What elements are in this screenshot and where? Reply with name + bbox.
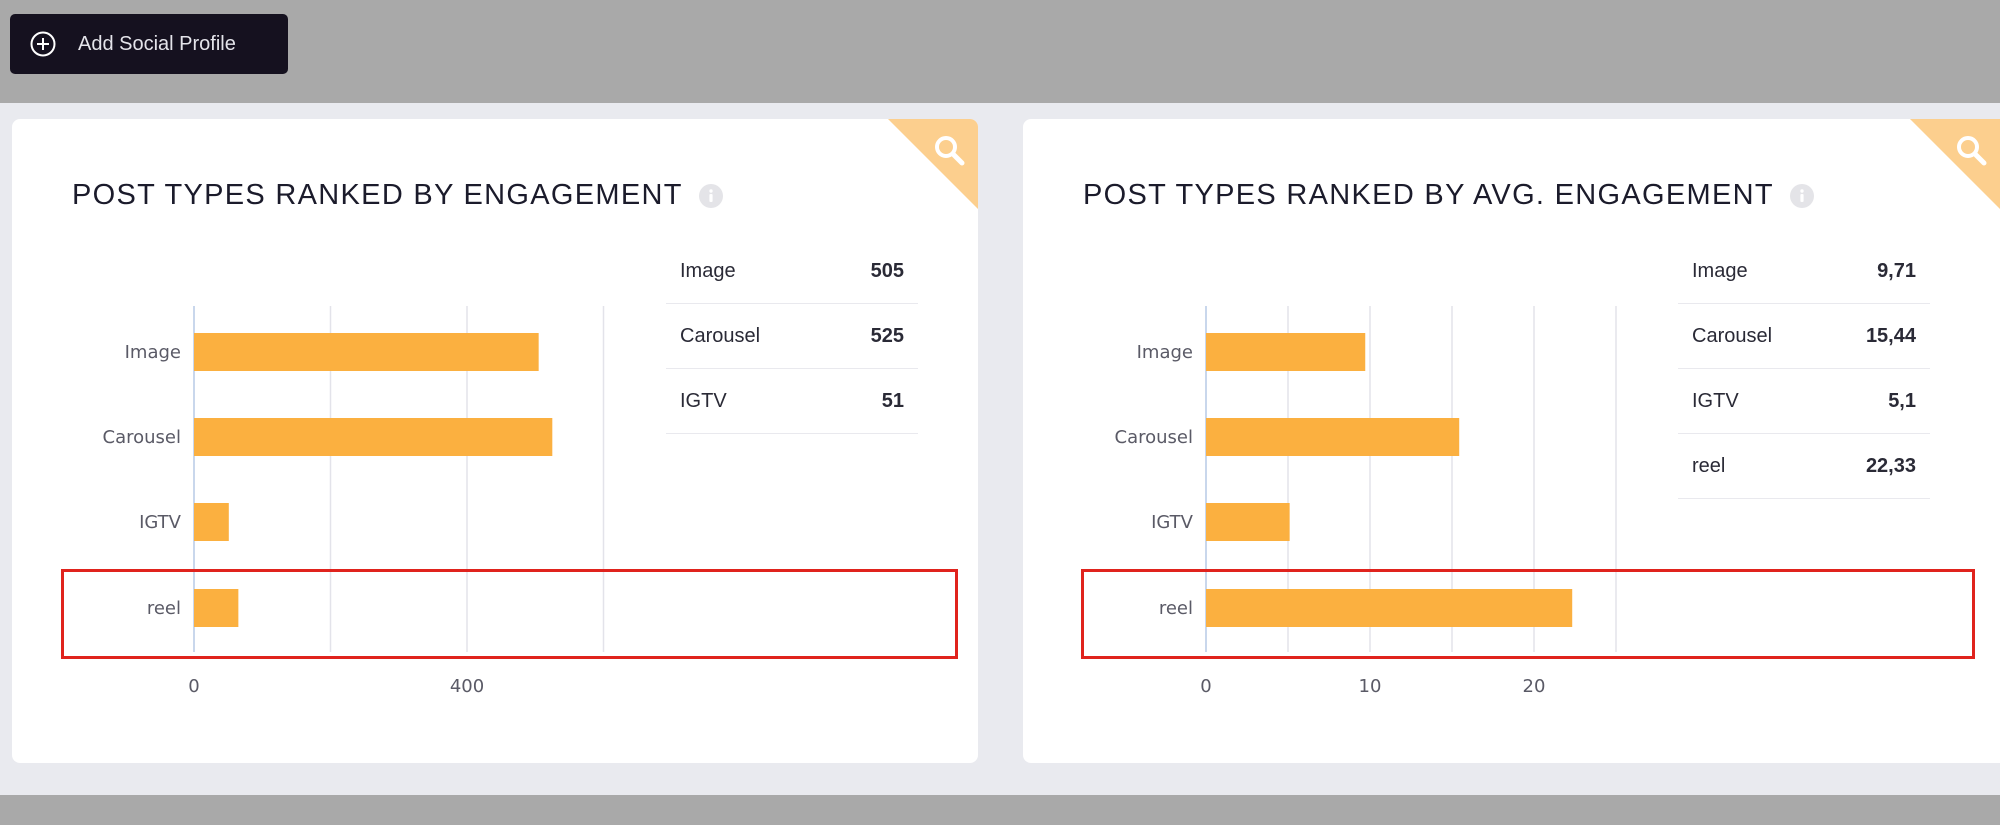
table-row: reel 22,33 <box>1678 434 1930 499</box>
category-label: Carousel <box>103 427 181 448</box>
row-value: 51 <box>881 389 904 412</box>
row-label: IGTV <box>680 389 727 412</box>
bottom-strip <box>0 795 2000 825</box>
reel-highlight-box <box>61 569 958 659</box>
tick-label: 0 <box>188 676 199 697</box>
row-value: 525 <box>870 324 904 347</box>
category-label: Image <box>1137 342 1193 363</box>
row-label: IGTV <box>1692 389 1739 412</box>
engagement-card: POST TYPES RANKED BY ENGAGEMENT Image Car… <box>12 119 978 763</box>
category-label: Image <box>125 342 181 363</box>
dashboard-area: POST TYPES RANKED BY ENGAGEMENT Image Car… <box>0 103 2000 795</box>
table-row: IGTV 5,1 <box>1678 369 1930 434</box>
reel-highlight-box <box>1081 569 1975 659</box>
plus-circle-icon <box>30 31 56 57</box>
row-value: 9,71 <box>1877 259 1916 282</box>
engagement-bar-chart: ImageCarouselIGTVreel0 400 <box>103 306 605 697</box>
row-value: 505 <box>870 259 904 282</box>
row-label: Carousel <box>680 324 761 347</box>
row-value: 15,44 <box>1865 324 1916 347</box>
bar-igtv <box>1206 503 1290 541</box>
bar-igtv <box>194 503 229 541</box>
bar-image <box>194 333 539 371</box>
avg-engagement-card: POST TYPES RANKED BY AVG. ENGAGEMENT Ima… <box>1023 119 2000 763</box>
category-label: IGTV <box>1151 512 1194 533</box>
bar-carousel <box>194 418 553 456</box>
tick-label: 20 <box>1523 676 1546 697</box>
table-row: IGTV 51 <box>666 369 918 434</box>
table-row: Image 505 <box>666 239 918 304</box>
value-table: Image 505 Carousel 525 IGTV 51 <box>666 239 918 434</box>
row-label: Image <box>1692 259 1748 282</box>
row-label: Image <box>680 259 736 282</box>
tick-label: 0 <box>1200 676 1211 697</box>
row-value: 22,33 <box>1865 454 1916 477</box>
value-table: Image 9,71 Carousel 15,44 IGTV 5,1 reel 22,3… <box>1678 239 1930 499</box>
row-label: Carousel <box>1692 324 1773 347</box>
table-row: Carousel 15,44 <box>1678 304 1930 369</box>
add-social-profile-label: Add Social Profile <box>78 32 236 55</box>
table-row: Carousel 525 <box>666 304 918 369</box>
row-value: 5,1 <box>1888 389 1916 412</box>
row-label: reel <box>1692 454 1726 477</box>
tick-label: 10 <box>1359 676 1382 697</box>
bar-image <box>1206 333 1366 371</box>
bar-carousel <box>1206 418 1460 456</box>
category-label: Carousel <box>1115 427 1193 448</box>
table-row: Image 9,71 <box>1678 239 1930 304</box>
category-label: IGTV <box>139 512 182 533</box>
tick-label: 400 <box>450 676 484 697</box>
add-social-profile-button[interactable]: Add Social Profile <box>10 14 288 74</box>
